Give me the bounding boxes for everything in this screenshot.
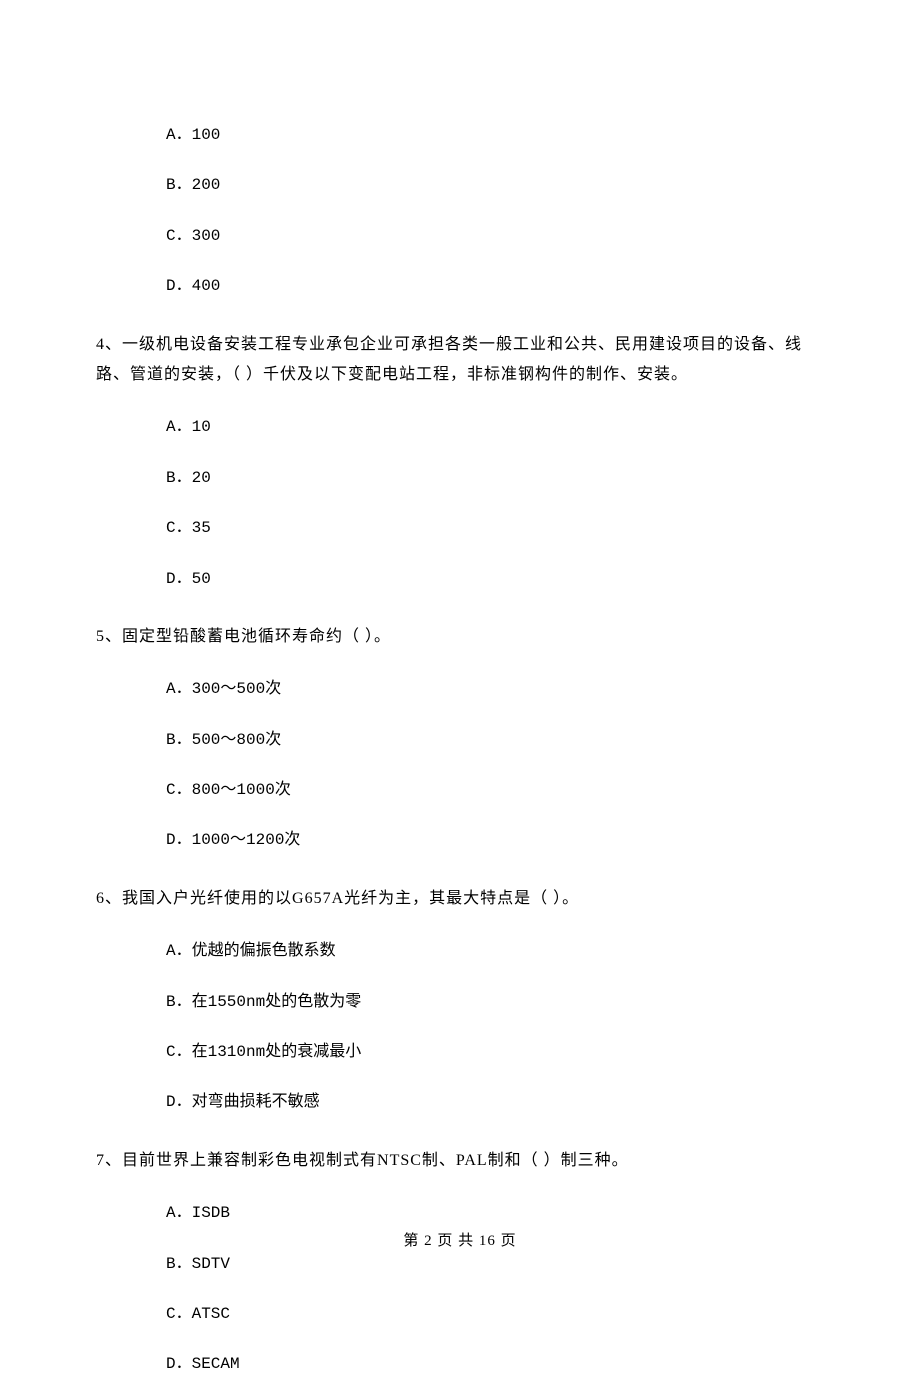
option-item: C．在1310nm处的衰减最小 — [96, 1027, 824, 1077]
document-page: A．100 B．200 C．300 D．400 4、一级机电设备安装工程专业承包… — [0, 0, 920, 1302]
option-item: B．200 — [96, 160, 824, 210]
option-item: D．对弯曲损耗不敏感 — [96, 1077, 824, 1127]
option-item: A．优越的偏振色散系数 — [96, 926, 824, 976]
question-text: 目前世界上兼容制彩色电视制式有NTSC制、PAL制和（ ）制三种。 — [122, 1152, 629, 1169]
option-item: C．300 — [96, 211, 824, 261]
question-text: 一级机电设备安装工程专业承包企业可承担各类一般工业和公共、民用建设项目的设备、线… — [96, 336, 802, 383]
option-item: B．20 — [96, 453, 824, 503]
question-text: 固定型铅酸蓄电池循环寿命约（ ）。 — [122, 628, 391, 645]
option-item: D．400 — [96, 261, 824, 311]
question-4-options: A．10 B．20 C．35 D．50 — [96, 402, 824, 604]
question-3-options: A．100 B．200 C．300 D．400 — [96, 110, 824, 312]
option-item: D．50 — [96, 554, 824, 604]
question-6: 6、我国入户光纤使用的以G657A光纤为主，其最大特点是（ ）。 — [96, 878, 824, 920]
option-item: D．1000～1200次 — [96, 815, 824, 865]
option-item: C．800～1000次 — [96, 765, 824, 815]
question-number: 6、 — [96, 890, 122, 907]
option-item: B．在1550nm处的色散为零 — [96, 977, 824, 1027]
option-item: A．10 — [96, 402, 824, 452]
question-number: 7、 — [96, 1152, 122, 1169]
question-7: 7、目前世界上兼容制彩色电视制式有NTSC制、PAL制和（ ）制三种。 — [96, 1140, 824, 1182]
question-6-options: A．优越的偏振色散系数 B．在1550nm处的色散为零 C．在1310nm处的衰… — [96, 926, 824, 1128]
question-4: 4、一级机电设备安装工程专业承包企业可承担各类一般工业和公共、民用建设项目的设备… — [96, 324, 824, 397]
question-5: 5、固定型铅酸蓄电池循环寿命约（ ）。 — [96, 616, 824, 658]
question-7-options: A．ISDB B．SDTV C．ATSC D．SECAM — [96, 1188, 824, 1390]
option-item: C．ATSC — [96, 1289, 824, 1339]
option-item: A．300～500次 — [96, 664, 824, 714]
question-number: 4、 — [96, 336, 122, 353]
option-item: C．35 — [96, 503, 824, 553]
option-item: B．500～800次 — [96, 715, 824, 765]
option-item: A．100 — [96, 110, 824, 160]
page-footer: 第 2 页 共 16 页 — [0, 1229, 920, 1250]
question-number: 5、 — [96, 628, 122, 645]
option-item: D．SECAM — [96, 1339, 824, 1389]
question-text: 我国入户光纤使用的以G657A光纤为主，其最大特点是（ ）。 — [122, 890, 579, 907]
question-5-options: A．300～500次 B．500～800次 C．800～1000次 D．1000… — [96, 664, 824, 866]
